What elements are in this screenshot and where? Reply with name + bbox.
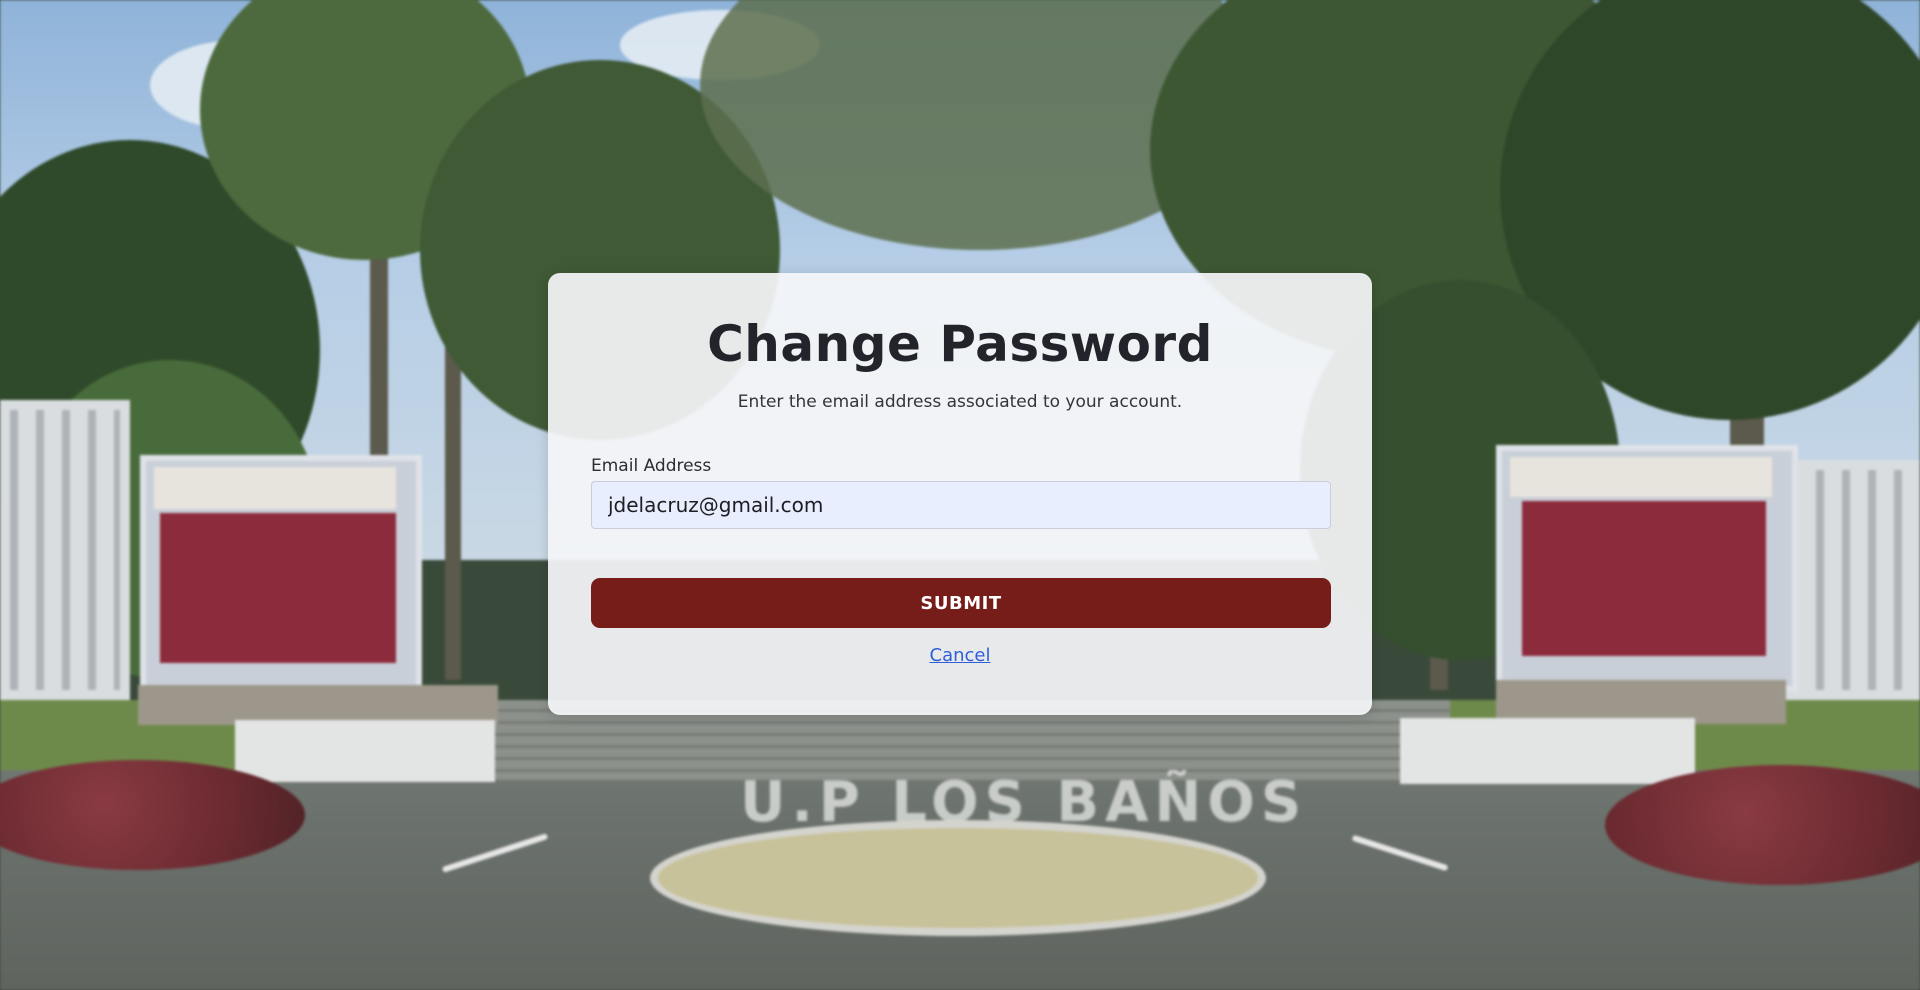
change-password-card: Change Password Enter the email address … [548, 273, 1372, 715]
change-password-page: U.P LOS BAÑOS Change Password Enter the … [0, 0, 1920, 990]
planter [1400, 718, 1695, 784]
left-gate-pillar [140, 455, 422, 702]
building [1780, 460, 1920, 700]
traffic-island [650, 820, 1266, 936]
pillar-panel [160, 513, 396, 663]
pillar-base [138, 685, 498, 725]
cancel-link-container: Cancel [548, 645, 1372, 666]
right-gate-pillar [1496, 445, 1798, 692]
page-title: Change Password [707, 315, 1213, 373]
email-label: Email Address [591, 456, 712, 476]
building [0, 400, 130, 700]
submit-button[interactable]: SUBMIT [591, 578, 1331, 628]
pillar-header [154, 467, 396, 509]
cancel-link[interactable]: Cancel [930, 645, 991, 666]
email-field[interactable] [591, 481, 1331, 529]
planter [235, 720, 495, 782]
instruction-text: Enter the email address associated to yo… [737, 392, 1183, 412]
pillar-panel [1522, 501, 1766, 656]
pillar-header [1510, 457, 1772, 497]
campus-sign-text: U.P LOS BAÑOS [740, 770, 1308, 835]
